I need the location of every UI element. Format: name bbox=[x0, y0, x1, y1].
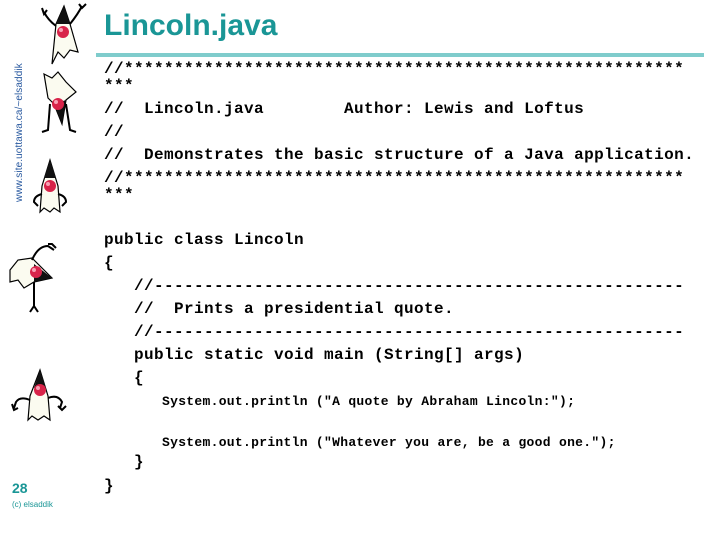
code-line-file-author: // Lincoln.java Author: Lewis and Loftus bbox=[104, 100, 585, 118]
code-line-header-border-top: //**************************************… bbox=[104, 60, 685, 78]
code-line-class-close-brace: } bbox=[104, 477, 115, 495]
code-line-header-border-bottom-wrap: *** bbox=[104, 186, 135, 204]
sidebar-url-label: www.site.uottawa.ca/~elsaddik bbox=[14, 63, 25, 202]
duke-waving-icon bbox=[11, 368, 67, 422]
duke-tumbling-icon bbox=[9, 243, 57, 313]
duke-upside-down-icon bbox=[41, 71, 77, 133]
code-line-method-comment: // Prints a presidential quote. bbox=[104, 300, 455, 318]
code-line-header-border-top-wrap: *** bbox=[104, 77, 135, 95]
code-line-class-declaration: public class Lincoln bbox=[104, 231, 305, 249]
code-line-main-close-brace: } bbox=[104, 453, 145, 471]
title-divider bbox=[96, 53, 704, 57]
code-line-println-1: System.out.println ("A quote by Abraham … bbox=[162, 394, 576, 409]
copyright-label: (c) elsaddik bbox=[12, 500, 53, 509]
code-line-header-border-bottom: //**************************************… bbox=[104, 169, 685, 187]
code-line-method-border-top: //--------------------------------------… bbox=[104, 277, 685, 295]
code-line-blank-comment: // bbox=[104, 123, 125, 141]
code-line-class-open-brace: { bbox=[104, 254, 115, 272]
code-line-println-2: System.out.println ("Whatever you are, b… bbox=[162, 435, 616, 450]
code-line-method-border-bottom: //--------------------------------------… bbox=[104, 323, 685, 341]
duke-hands-on-hips-icon bbox=[32, 157, 68, 214]
page-number: 28 bbox=[12, 480, 28, 496]
slide-title: Lincoln.java bbox=[104, 9, 278, 42]
code-line-main-open-brace: { bbox=[104, 369, 145, 387]
duke-arms-up-icon bbox=[41, 3, 87, 65]
code-line-description: // Demonstrates the basic structure of a… bbox=[104, 146, 695, 164]
code-line-main-signature: public static void main (String[] args) bbox=[104, 346, 525, 364]
